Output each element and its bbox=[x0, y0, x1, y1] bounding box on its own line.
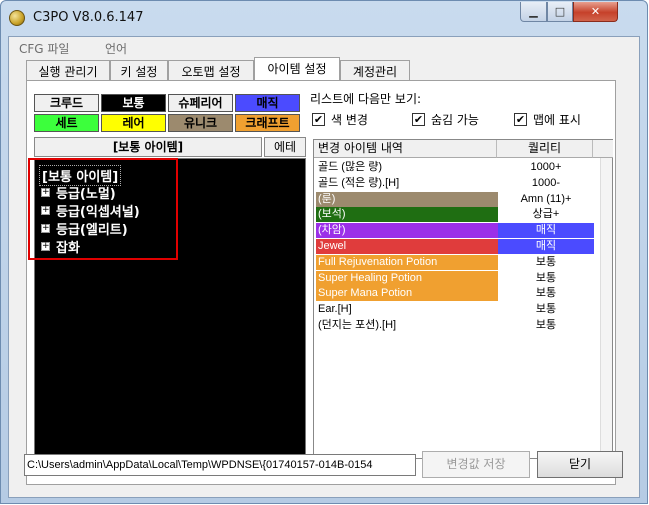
file-path-field[interactable]: C:\Users\admin\AppData\Local\Temp\WPDNSE… bbox=[24, 454, 416, 476]
column-header-item[interactable]: 변경 아이템 내역 bbox=[314, 140, 497, 158]
tree-item-label: 등급(노멀) bbox=[56, 187, 116, 202]
item-quality: 매직 bbox=[498, 239, 594, 254]
filter-unique-button[interactable]: 유니크 bbox=[168, 114, 233, 132]
list-item[interactable]: (차암) 매직 bbox=[314, 223, 600, 239]
tab-account-management[interactable]: 계정관리 bbox=[340, 60, 410, 80]
tab-launcher[interactable]: 실행 관리기 bbox=[26, 60, 110, 80]
tree-item-normal-grade[interactable]: + 등급(노멀) bbox=[41, 183, 116, 202]
menu-bar: CFG 파일 언어 bbox=[9, 37, 639, 57]
checkbox-check-icon: ✔ bbox=[312, 113, 325, 126]
expand-plus-icon[interactable]: + bbox=[41, 188, 50, 197]
filter-superior-button[interactable]: 슈페리어 bbox=[168, 94, 233, 112]
item-name: (룬) bbox=[316, 191, 498, 207]
expand-plus-icon[interactable]: + bbox=[41, 206, 50, 215]
item-quality: 상급+ bbox=[498, 207, 594, 223]
app-logo-icon bbox=[9, 10, 25, 26]
column-header-quality[interactable]: 퀄리티 bbox=[497, 140, 593, 158]
item-name: Full Rejuvenation Potion bbox=[316, 254, 498, 270]
list-item[interactable]: 골드 (적은 량).[H] 1000- bbox=[314, 175, 600, 192]
list-item[interactable]: Jewel 매직 bbox=[314, 239, 600, 255]
menu-language[interactable]: 언어 bbox=[105, 40, 127, 57]
column-header-spacer bbox=[593, 140, 613, 158]
list-filter-label: 리스트에 다음만 보기: bbox=[310, 92, 422, 106]
checkbox-hideable[interactable]: ✔ 숨김 가능 bbox=[412, 111, 479, 128]
item-quality: 1000- bbox=[498, 175, 594, 191]
tree-item-label: 등급(엘리트) bbox=[56, 223, 128, 238]
item-quality: 보통 bbox=[498, 270, 594, 286]
close-icon: ✕ bbox=[590, 5, 601, 18]
menu-cfg-file[interactable]: CFG 파일 bbox=[19, 40, 69, 57]
checkbox-color-change[interactable]: ✔ 색 변경 bbox=[312, 111, 368, 128]
item-quality: Amn (11)+ bbox=[498, 191, 594, 207]
list-item[interactable]: (보석) 상급+ bbox=[314, 207, 600, 223]
tree-item-elite-grade[interactable]: + 등급(엘리트) bbox=[41, 219, 128, 238]
checkbox-label: 맵에 표시 bbox=[533, 113, 581, 127]
minimize-button[interactable]: ▁ bbox=[520, 2, 547, 22]
item-name: Super Healing Potion bbox=[316, 270, 498, 286]
filter-normal-button[interactable]: 보통 bbox=[101, 94, 166, 112]
list-item[interactable]: (룬) Amn (11)+ bbox=[314, 191, 600, 208]
item-quality: 보통 bbox=[498, 302, 594, 318]
checkbox-label: 숨김 가능 bbox=[431, 113, 479, 127]
tab-automap-settings[interactable]: 오토맵 설정 bbox=[168, 60, 254, 80]
item-name: (보석) bbox=[316, 207, 498, 223]
checkbox-check-icon: ✔ bbox=[514, 113, 527, 126]
expand-plus-icon[interactable]: + bbox=[41, 224, 50, 233]
item-name: Jewel bbox=[316, 239, 498, 254]
checkbox-check-icon: ✔ bbox=[412, 113, 425, 126]
filter-rare-button[interactable]: 레어 bbox=[101, 114, 166, 132]
item-quality: 보통 bbox=[498, 318, 594, 333]
maximize-icon: □ bbox=[554, 5, 566, 18]
tree-item-misc[interactable]: + 잡화 bbox=[41, 237, 80, 256]
maximize-button[interactable]: □ bbox=[547, 2, 573, 22]
minimize-icon: ▁ bbox=[529, 5, 538, 18]
item-name: Super Mana Potion bbox=[316, 286, 498, 302]
item-name: 골드 (많은 량) bbox=[316, 160, 498, 175]
item-quality: 매직 bbox=[498, 223, 594, 239]
item-name: (던지는 포션).[H] bbox=[316, 318, 498, 333]
list-item[interactable]: (던지는 포션).[H] 보통 bbox=[314, 318, 600, 334]
title-bar[interactable]: C3PO V8.0.6.147 ▁ □ ✕ bbox=[1, 1, 647, 37]
tab-key-settings[interactable]: 키 설정 bbox=[110, 60, 168, 80]
tree-item-label: 잡화 bbox=[56, 241, 80, 256]
checkbox-show-on-map[interactable]: ✔ 맵에 표시 bbox=[514, 111, 581, 128]
list-item[interactable]: Full Rejuvenation Potion 보통 bbox=[314, 254, 600, 271]
tree-item-label: 등급(익셉셔널) bbox=[56, 205, 140, 220]
window-title: C3PO V8.0.6.147 bbox=[33, 10, 144, 25]
expand-plus-icon[interactable]: + bbox=[41, 242, 50, 251]
tree-item-exceptional-grade[interactable]: + 등급(익셉셔널) bbox=[41, 201, 140, 220]
item-tree[interactable]: [보통 아이템] + 등급(노멀) + 등급(익셉셔널) + 등급(엘리트) +… bbox=[34, 158, 306, 458]
list-item[interactable]: Ear.[H] 보통 bbox=[314, 302, 600, 318]
list-scrollbar[interactable] bbox=[600, 158, 612, 458]
etc-button[interactable]: 에테 bbox=[264, 137, 306, 157]
changed-items-list[interactable]: 변경 아이템 내역 퀄리티 골드 (많은 량) 1000+ 골드 (적은 량).[H… bbox=[313, 139, 613, 459]
save-changes-button[interactable]: 변경값 저장 bbox=[422, 451, 530, 478]
list-item[interactable]: Super Healing Potion 보통 bbox=[314, 270, 600, 287]
tab-item-settings[interactable]: 아이템 설정 bbox=[254, 57, 340, 80]
close-button[interactable]: 닫기 bbox=[537, 451, 623, 478]
filter-set-button[interactable]: 세트 bbox=[34, 114, 99, 132]
item-name: 골드 (적은 량).[H] bbox=[316, 175, 498, 191]
item-name: Ear.[H] bbox=[316, 302, 498, 318]
item-quality: 보통 bbox=[498, 254, 594, 270]
list-item[interactable]: 골드 (많은 량) 1000+ bbox=[314, 160, 600, 176]
tree-category-header: [보통 아이템] bbox=[34, 137, 262, 157]
list-item[interactable]: Super Mana Potion 보통 bbox=[314, 286, 600, 302]
checkbox-label: 색 변경 bbox=[331, 113, 368, 127]
filter-crude-button[interactable]: 크루드 bbox=[34, 94, 99, 112]
item-quality: 보통 bbox=[498, 286, 594, 302]
filter-magic-button[interactable]: 매직 bbox=[235, 94, 300, 112]
close-window-button[interactable]: ✕ bbox=[573, 2, 618, 22]
item-quality: 1000+ bbox=[498, 160, 594, 175]
filter-craft-button[interactable]: 크래프트 bbox=[235, 114, 300, 132]
item-name: (차암) bbox=[316, 223, 498, 239]
